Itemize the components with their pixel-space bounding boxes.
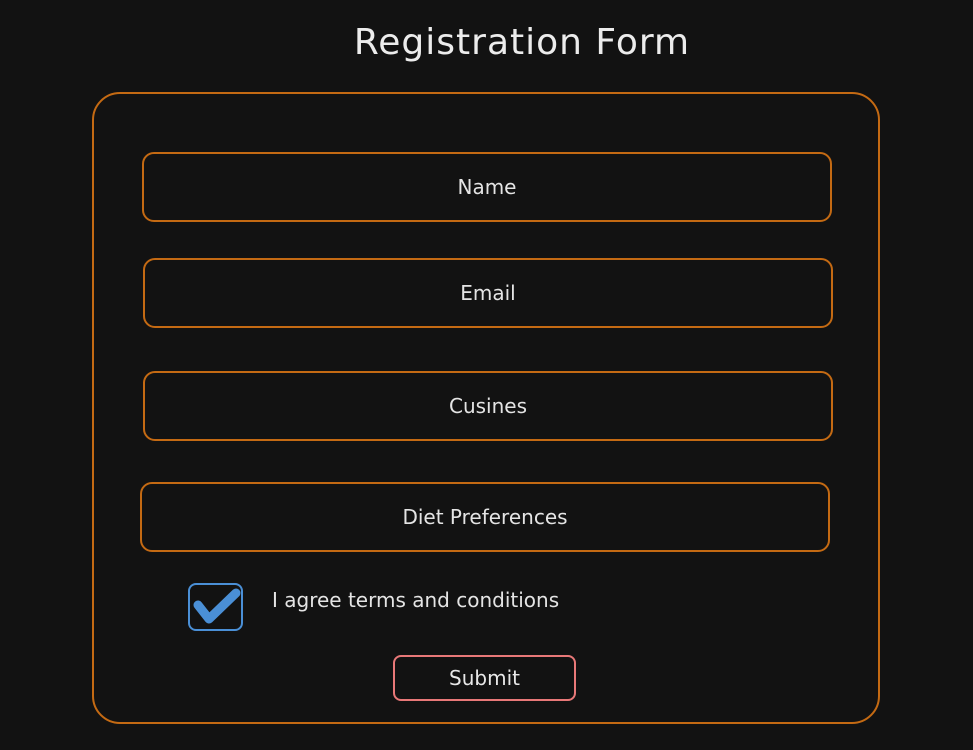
checkmark-icon [193, 588, 241, 624]
diet-preferences-placeholder: Diet Preferences [402, 505, 568, 529]
terms-label: I agree terms and conditions [272, 588, 560, 612]
name-placeholder: Name [457, 175, 517, 199]
email-input[interactable]: Email [143, 258, 833, 328]
terms-checkbox[interactable] [188, 583, 243, 631]
diet-preferences-input[interactable]: Diet Preferences [140, 482, 830, 552]
name-input[interactable]: Name [142, 152, 832, 222]
form-title: Registration Form [353, 22, 691, 63]
email-placeholder: Email [460, 281, 516, 305]
cuisines-placeholder: Cusines [448, 394, 528, 418]
cuisines-input[interactable]: Cusines [143, 371, 833, 441]
submit-button[interactable]: Submit [393, 655, 576, 701]
